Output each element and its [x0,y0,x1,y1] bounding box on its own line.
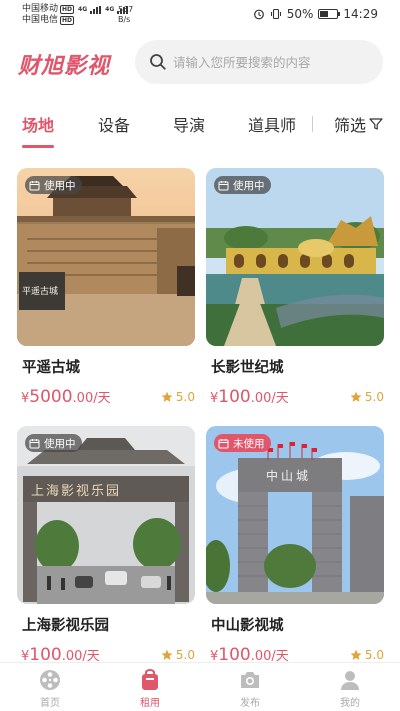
search-bar[interactable] [135,40,383,84]
nav-publish-label: 发布 [240,698,260,709]
user-icon [341,671,359,690]
battery-icon [318,9,341,19]
film-reel-icon [40,670,60,690]
tab-venue[interactable]: 场地 [22,112,54,136]
camera-icon [241,672,259,688]
venue-card[interactable]: 上海影视乐园 使用中 上海影视乐园 ¥100.00/天 5.0 [17,426,195,667]
venue-card[interactable]: 使用中 长影世纪城 ¥100.00/天 5.0 [206,168,384,409]
filter-icon [369,118,383,130]
venue-name: 平遥古城 [22,360,80,376]
status-text: 使用中 [44,179,76,192]
venue-rating: 5.0 [161,648,195,662]
venue-name: 长影世纪城 [211,360,284,376]
speed-value: 567 [118,5,134,14]
status-badge: 使用中 [25,176,82,194]
calendar-icon [218,438,229,448]
status-bar: 中国移动 HD 4G 4G 中国电信 HD 567 B/s 50% 14:29 [0,0,400,30]
status-badge: 未使用 [214,434,271,452]
venue-rating: 5.0 [350,648,384,662]
venue-rating: 5.0 [161,390,195,404]
carrier-info: 中国移动 HD 4G 4G 中国电信 HD [22,4,129,26]
app-logo: 财旭影视 [18,54,111,79]
venue-image[interactable]: 使用中 [206,168,384,346]
signal-icon [90,5,102,14]
calendar-icon [29,180,40,190]
pingyao-sign-text: 平遥古城 [22,285,58,297]
nav-mine[interactable]: 我的 [320,668,380,709]
hd-icon: HD [60,5,75,14]
venue-price: ¥5000.00/天 [21,387,111,407]
nav-home-label: 首页 [40,698,60,709]
venue-image[interactable]: 上海影视乐园 使用中 [17,426,195,604]
speed-unit: B/s [118,15,131,24]
star-icon [350,649,362,660]
status-badge: 使用中 [214,176,271,194]
tab-prop-master[interactable]: 道具师 [248,112,296,136]
rent-bag-icon [142,669,158,690]
nav-mine-label: 我的 [340,698,360,709]
alarm-icon [253,9,264,20]
nav-publish[interactable]: 发布 [220,668,280,709]
venue-rating: 5.0 [350,390,384,404]
nav-home[interactable]: 首页 [20,668,80,709]
filter-button[interactable]: 筛选 [334,112,383,136]
search-icon [150,54,166,70]
zhongshan-gate-text: 中山城 [266,468,311,483]
carrier-2: 中国电信 [22,15,59,25]
venue-image[interactable]: 平遥古城 使用中 [17,168,195,346]
venue-image[interactable]: 中山城 未使用 [206,426,384,604]
search-input[interactable] [173,54,373,70]
network-type-2: 4G [105,6,115,13]
carrier-1: 中国移动 [22,4,59,14]
venue-card[interactable]: 中山城 未使用 中山影视城 ¥100.00/天 5.0 [206,426,384,667]
tab-director[interactable]: 导演 [173,112,205,136]
active-tab-indicator [22,145,54,148]
status-text: 使用中 [233,179,265,192]
status-text: 使用中 [44,437,76,450]
filter-label: 筛选 [334,116,367,135]
status-badge: 使用中 [25,434,82,452]
vibrate-icon [270,8,281,20]
star-icon [161,391,173,402]
clock: 14:29 [343,7,378,21]
star-icon [161,649,173,660]
tab-equipment[interactable]: 设备 [98,112,130,136]
shanghai-gate-text: 上海影视乐园 [31,484,121,499]
network-type: 4G [78,6,88,13]
category-tabs: 场地 设备 导演 道具师 筛选 [0,108,400,148]
venue-name: 上海影视乐园 [22,618,109,634]
nav-rent[interactable]: 租用 [120,668,180,709]
network-speed: 567 B/s [118,5,133,25]
tab-divider [312,116,313,132]
calendar-icon [29,438,40,448]
bottom-nav: 首页 租用 发布 我的 [0,662,400,711]
venue-price: ¥100.00/天 [210,387,289,407]
nav-rent-label: 租用 [140,698,160,709]
venue-name: 中山影视城 [211,618,284,634]
status-text: 未使用 [233,437,265,450]
calendar-icon [218,180,229,190]
hd-icon-2: HD [60,16,75,25]
battery-percent: 50% [286,7,314,21]
venue-card[interactable]: 平遥古城 使用中 平遥古城 ¥5000.00/天 5.0 [17,168,195,409]
star-icon [350,391,362,402]
app-header: 财旭影视 [0,40,400,86]
